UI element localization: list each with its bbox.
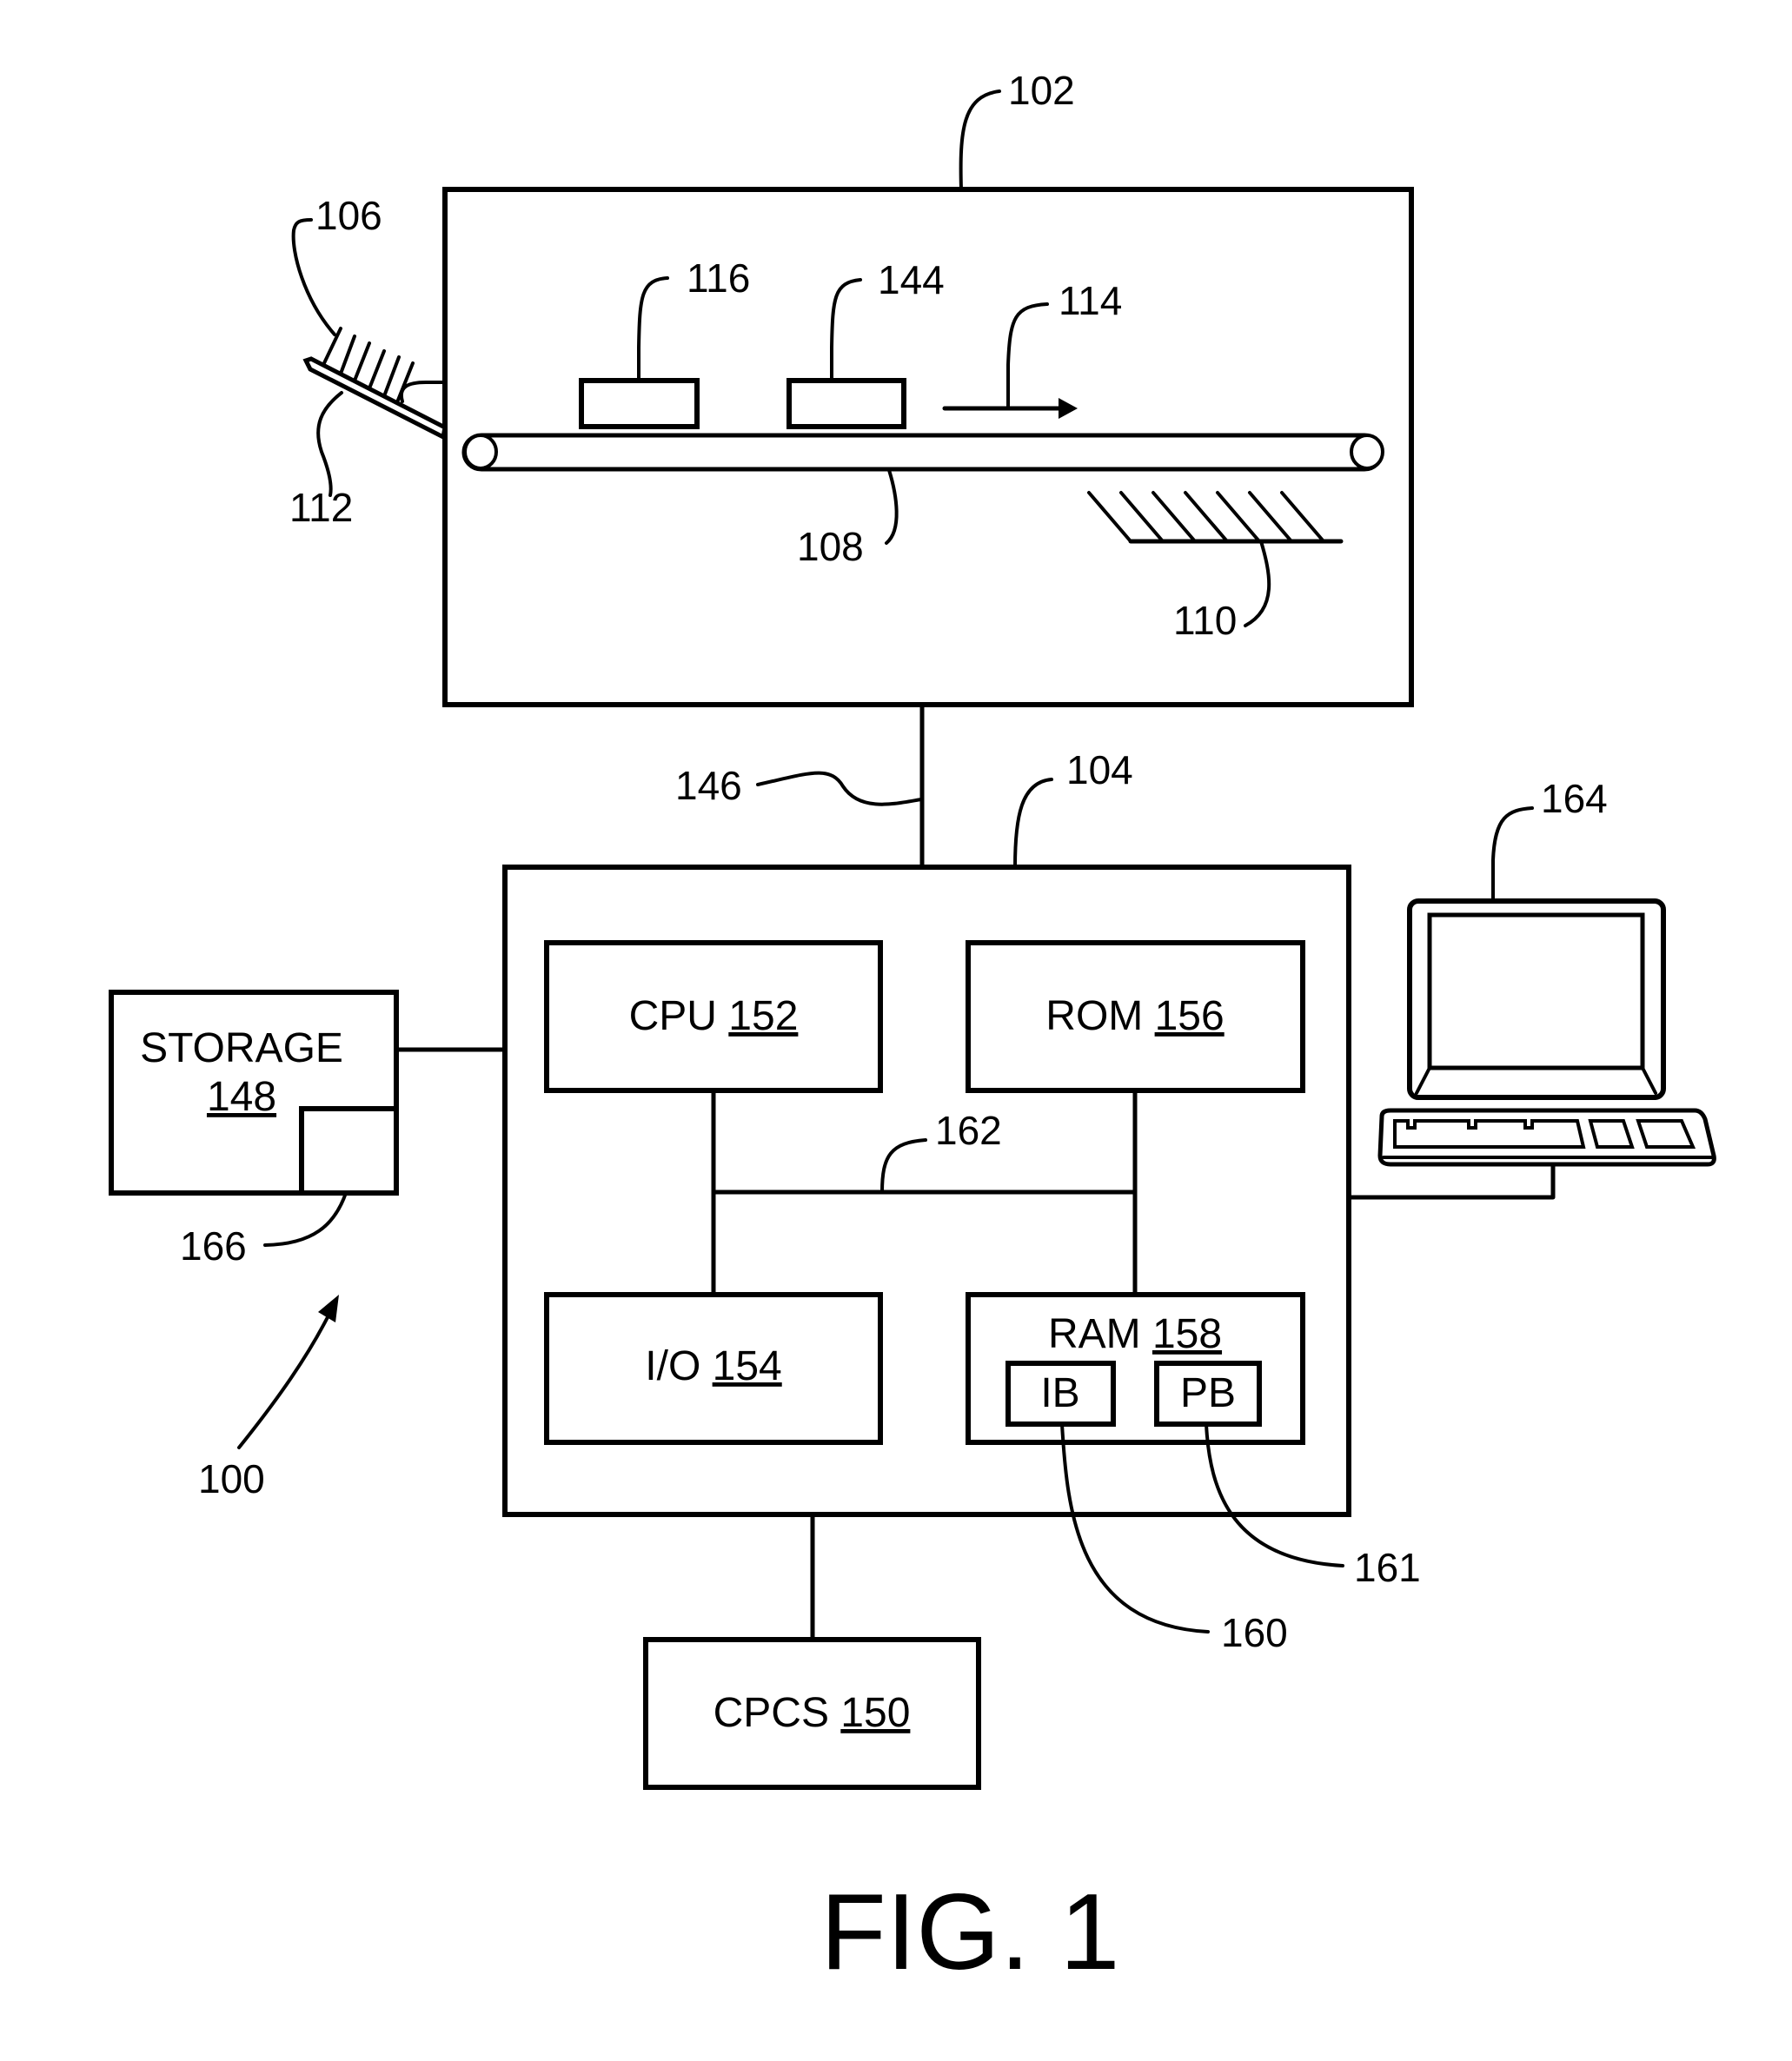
terminal-link-line [1346,1163,1556,1200]
leader-104 [1013,778,1053,869]
label-106: 106 [315,193,382,238]
computer-terminal-icon [1377,898,1716,1167]
label-104: 104 [1066,747,1133,792]
storage-sub-box-166 [299,1106,399,1196]
leader-166 [263,1191,348,1247]
label-164: 164 [1541,776,1608,821]
label-102: 102 [1008,68,1075,113]
cpu-label: CPU 152 [629,993,799,1039]
io-label: I/O 154 [645,1343,781,1389]
label-116: 116 [687,255,750,301]
conveyor-belt-icon [461,433,1384,472]
leader-146 [756,771,923,806]
ram-label: RAM 158 [1048,1311,1222,1357]
label-166: 166 [180,1223,247,1269]
label-112: 112 [289,485,353,530]
module-144-box [786,378,906,429]
fig1-diagram: 102 106 112 116 144 114 108 110 146 104 … [109,68,1716,1992]
label-144: 144 [878,257,945,302]
rom-label: ROM 156 [1045,993,1224,1039]
label-161: 161 [1354,1545,1421,1590]
storage-label: STORAGE [140,1025,343,1071]
label-160: 160 [1221,1610,1288,1655]
label-100: 100 [198,1456,265,1501]
cpcs-label: CPCS 150 [713,1690,911,1736]
label-114: 114 [1059,278,1122,323]
leader-112 [316,391,343,497]
leader-102 [959,89,1001,191]
label-110: 110 [1173,598,1237,643]
module-116-box [579,378,700,429]
figure-caption: FIG. 1 [820,1872,1120,1992]
ib-label: IB [1040,1370,1079,1416]
label-146: 146 [675,763,742,808]
pb-label: PB [1180,1370,1236,1416]
system-arrow-icon [237,1295,339,1449]
label-162: 162 [935,1108,1002,1153]
label-108: 108 [797,524,864,569]
storage-ref: 148 [207,1074,276,1120]
input-tray-icon [302,327,448,441]
leader-164 [1491,806,1534,903]
